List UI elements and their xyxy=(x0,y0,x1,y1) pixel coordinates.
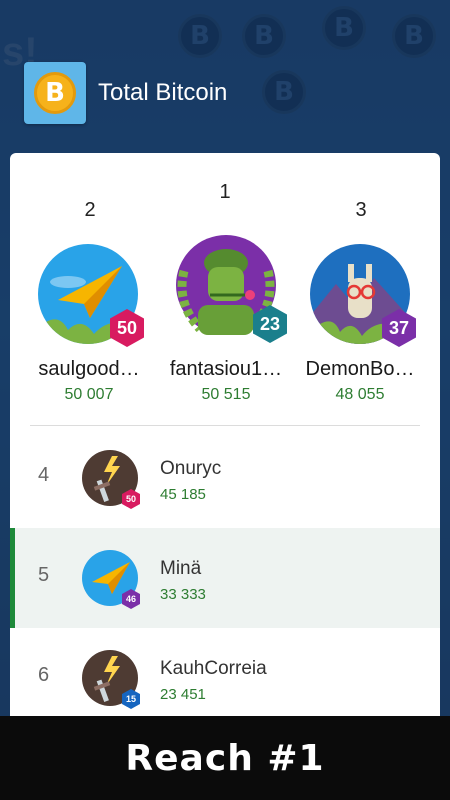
podium-rank-2: 2 xyxy=(84,199,96,221)
podium-score: 50 007 xyxy=(64,386,114,403)
row-name: Minä xyxy=(160,558,202,579)
row-rank: 4 xyxy=(38,464,50,486)
app-title: Total Bitcoin xyxy=(98,79,228,106)
row-score: 33 333 xyxy=(160,586,206,603)
leaderboard-card: 2 50 saulgood… 50 007 1 23 fantasiou1… 5… xyxy=(10,153,440,733)
row-rank: 6 xyxy=(38,664,50,686)
bitcoin-coin: B xyxy=(34,72,76,114)
row-name: KauhCorreia xyxy=(160,658,267,679)
podium-score: 48 055 xyxy=(335,386,385,403)
podium-rank-3: 3 xyxy=(355,199,367,221)
current-user-marker xyxy=(10,528,15,628)
podium-divider xyxy=(30,425,420,426)
podium-score: 50 515 xyxy=(201,386,251,403)
podium-name[interactable]: saulgood… xyxy=(24,358,154,381)
leaderboard-row-current-user[interactable]: 5 46 Minä 33 333 xyxy=(10,528,440,628)
bitcoin-icon: B xyxy=(24,62,86,124)
footer-caption: Reach #1 xyxy=(125,737,325,779)
promo-footer: Reach #1 xyxy=(0,716,450,800)
row-name: Onuryc xyxy=(160,458,222,479)
leaderboard-row[interactable]: 6 15 KauhCorreia 23 451 xyxy=(10,628,440,728)
row-score: 45 185 xyxy=(160,486,206,503)
app-header: B Total Bitcoin xyxy=(24,62,227,124)
row-rank: 5 xyxy=(38,564,50,586)
podium-rank-1: 1 xyxy=(219,181,231,203)
podium-name[interactable]: fantasiou1… xyxy=(161,358,291,381)
leaderboard-podium: 2 50 saulgood… 50 007 1 23 fantasiou1… 5… xyxy=(10,153,440,423)
row-score: 23 451 xyxy=(160,686,206,703)
leaderboard-row[interactable]: 4 50 Onuryc 45 185 xyxy=(10,428,440,528)
podium-name[interactable]: DemonBo… xyxy=(295,358,425,381)
